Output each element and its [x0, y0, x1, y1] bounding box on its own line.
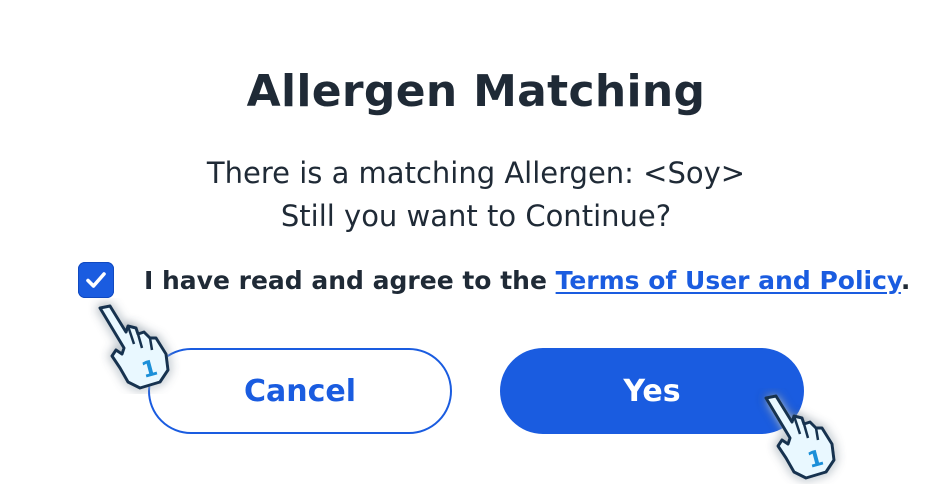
message-line-allergen: There is a matching Allergen: <Soy> [206, 156, 746, 190]
dialog-message: There is a matching Allergen: <Soy> Stil… [0, 152, 952, 238]
hand-pointer-icon: 1 [764, 394, 836, 480]
terms-text-prefix: I have read and agree to the [144, 265, 556, 295]
cancel-button[interactable]: Cancel [148, 348, 452, 434]
terms-text-suffix: . [900, 265, 911, 295]
allergen-dialog: Allergen Matching There is a matching Al… [0, 0, 952, 500]
hand-pointer-icon: 1 [98, 304, 170, 390]
terms-policy-link[interactable]: Terms of User and Policy [556, 266, 901, 295]
terms-checkbox[interactable] [78, 262, 114, 298]
checkmark-icon [86, 272, 106, 288]
message-line-continue: Still you want to Continue? [280, 199, 672, 233]
terms-agreement-text: I have read and agree to the Terms of Us… [144, 266, 910, 295]
dialog-title: Allergen Matching [246, 66, 706, 117]
terms-agreement-row: I have read and agree to the Terms of Us… [78, 262, 910, 298]
